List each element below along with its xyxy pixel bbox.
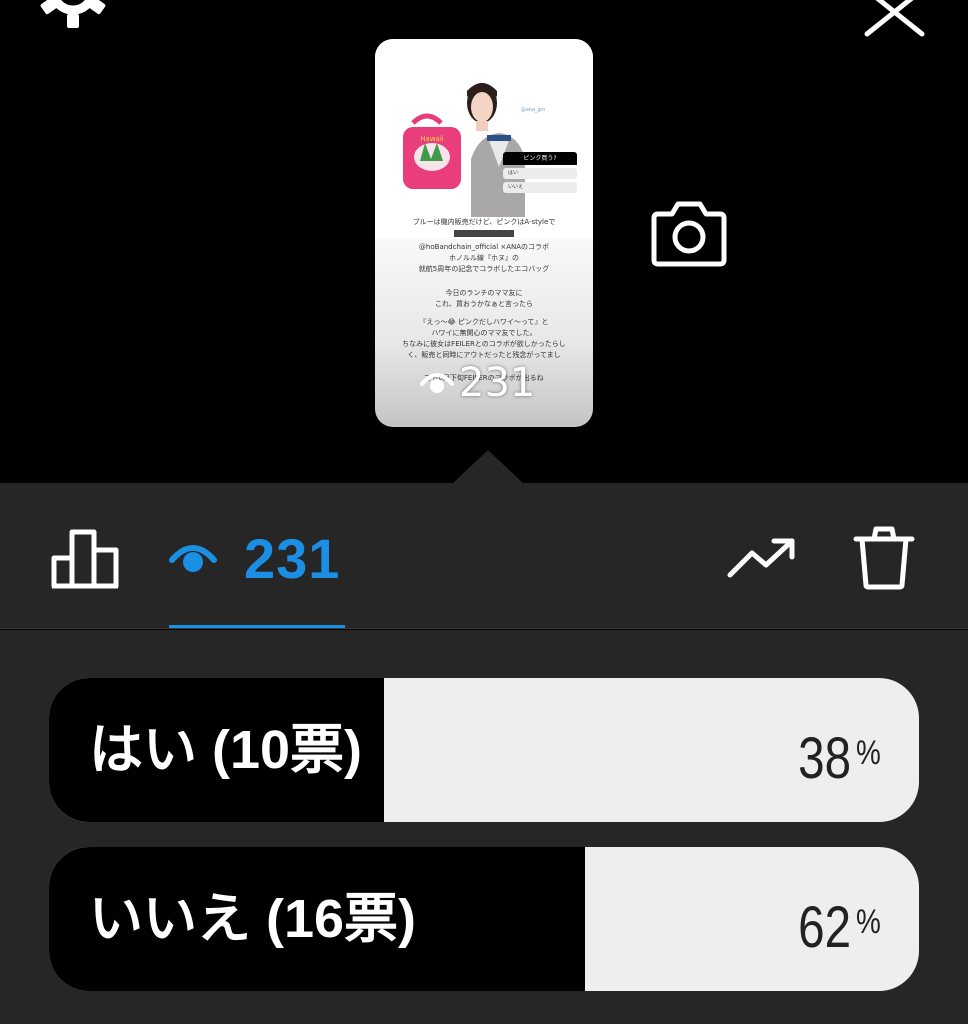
story-thumbnail[interactable]: Hawaii @ana_jpn ピンク買う? はい いいえ ブルーは機内販売だけ… [375, 39, 593, 427]
story-poll-question: ピンク買う? [503, 152, 577, 165]
insights-toolbar: 231 [0, 483, 968, 629]
story-poll-sticker: ピンク買う? はい いいえ [503, 152, 577, 193]
story-caption: ブルーは機内販売だけど、ピンクはA-styleで @hoBandchain_of… [381, 217, 587, 384]
poll-option-label: いいえ (16票) [89, 889, 417, 949]
story-poll-option: いいえ [503, 182, 577, 193]
story-poll-option: はい [503, 168, 577, 179]
caption-line: ホノルル線『ホヌ』の [449, 254, 519, 262]
svg-text:Hawaii: Hawaii [420, 135, 444, 143]
viewer-count: 231 [244, 526, 341, 590]
caption-line: 『えっ〜😂 ピンクだしハワイ〜って』と [419, 318, 549, 326]
gear-icon[interactable] [38, 0, 108, 40]
caption-line: ハワイに無関心のママ友でした。 [431, 329, 537, 337]
story-preview-area: Hawaii @ana_jpn ピンク買う? はい いいえ ブルーは機内販売だけ… [0, 0, 968, 484]
close-icon[interactable] [862, 0, 928, 40]
poll-result-bar: はい (10票) 38% [49, 678, 919, 822]
eye-icon [420, 373, 454, 393]
trending-icon[interactable] [726, 535, 798, 581]
preview-pointer [452, 450, 524, 484]
poll-results: はい (10票) 38% いいえ (16票) 62% [0, 630, 968, 1024]
active-tab-indicator [169, 625, 345, 628]
stats-icon[interactable] [50, 528, 120, 590]
tab-viewers[interactable]: 231 [168, 521, 340, 595]
story-photo: Hawaii @ana_jpn [375, 39, 593, 239]
caption-line: 就航5周年の記念でコラボしたエコバッグ [418, 265, 550, 273]
story-view-count: 231 [459, 360, 536, 406]
poll-option-percent: 38% [798, 726, 881, 791]
poll-option-label: はい (10票) [89, 720, 363, 780]
caption-line: ブルーは機内販売だけど、ピンクはA-styleで [412, 218, 556, 226]
eye-icon [169, 545, 217, 572]
story-insights-screen: Hawaii @ana_jpn ピンク買う? はい いいえ ブルーは機内販売だけ… [0, 0, 968, 1024]
camera-icon[interactable] [650, 196, 728, 268]
trash-icon[interactable] [852, 525, 916, 591]
poll-option-percent: 62% [798, 895, 881, 960]
caption-line: ちなみに彼女はFEILERとのコラボが欲しかったらし [402, 340, 566, 348]
story-view-count-overlay: 231 [419, 360, 536, 406]
poll-result-bar: いいえ (16票) 62% [49, 847, 919, 991]
caption-redacted-bar [381, 228, 587, 239]
caption-line: @hoBandchain_official ×ANAのコラボ [418, 243, 550, 251]
svg-text:@ana_jpn: @ana_jpn [521, 107, 546, 113]
caption-line: 今日のランチのママ友に [445, 289, 523, 297]
caption-line: これ、買おうかなぁと言ったら [434, 300, 534, 308]
